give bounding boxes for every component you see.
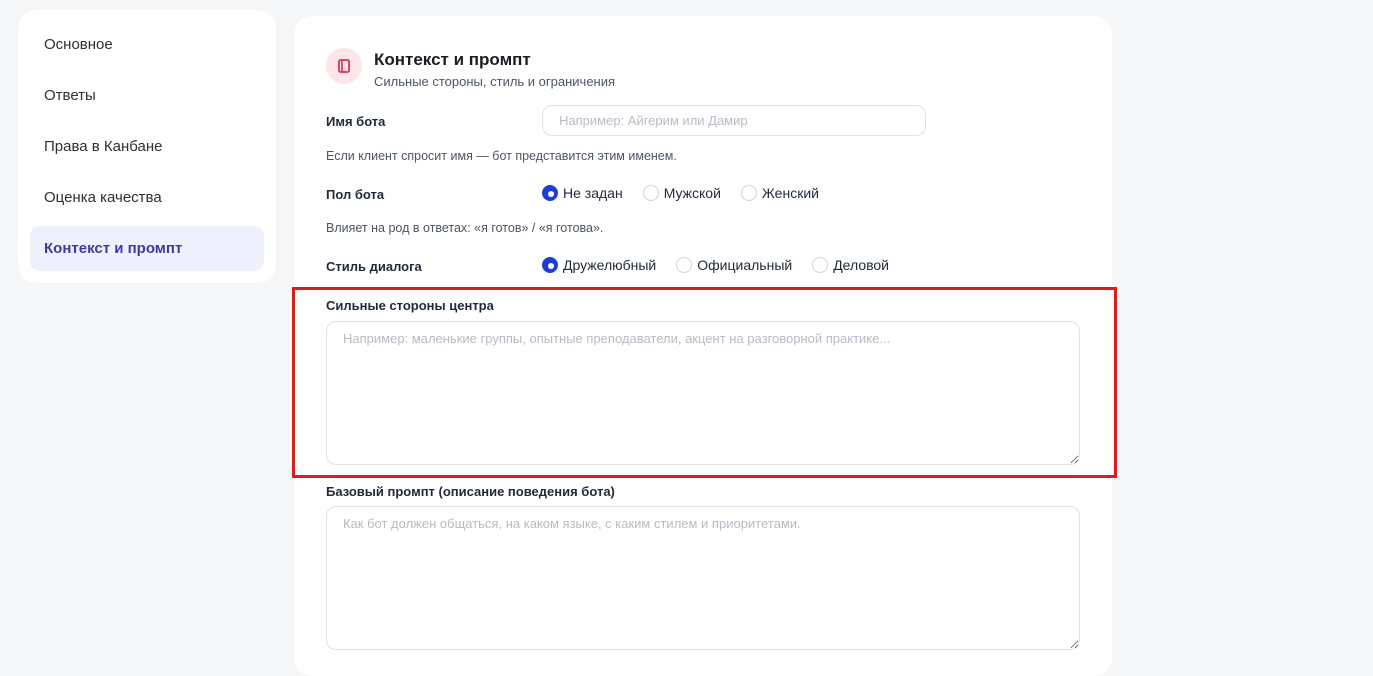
radio-empty-icon (642, 185, 659, 201)
strengths-textarea[interactable] (326, 321, 1080, 465)
bot-name-input[interactable] (542, 105, 926, 136)
gender-option-unset[interactable]: Не задан (542, 185, 623, 201)
sidebar-item-basic[interactable]: Основное (30, 22, 264, 67)
strengths-label: Сильные стороны центра (326, 298, 494, 313)
radio-empty-icon (676, 257, 693, 273)
bot-gender-hint: Влияет на род в ответах: «я готов» / «я … (326, 221, 604, 235)
bot-name-label: Имя бота (326, 114, 386, 129)
radio-label: Официальный (697, 257, 793, 273)
radio-empty-icon (740, 185, 757, 201)
sidebar-item-context-prompt[interactable]: Контекст и промпт (30, 226, 264, 271)
radio-selected-icon (542, 185, 558, 201)
section-subtitle: Сильные стороны, стиль и ограничения (374, 74, 616, 89)
settings-sidebar: Основное Ответы Права в Канбане Оценка к… (18, 10, 276, 283)
radio-empty-icon (812, 257, 829, 273)
bot-gender-radio-group: Не задан Мужской Женский (542, 185, 839, 201)
sidebar-item-kanban-rights[interactable]: Права в Канбане (30, 124, 264, 169)
style-option-friendly[interactable]: Дружелюбный (542, 257, 656, 273)
base-prompt-label: Базовый промпт (описание поведения бота) (326, 484, 615, 499)
dialog-style-label: Стиль диалога (326, 259, 422, 274)
bot-gender-label: Пол бота (326, 187, 385, 202)
radio-label: Деловой (833, 257, 890, 273)
sidebar-item-quality[interactable]: Оценка качества (30, 175, 264, 220)
style-option-business[interactable]: Деловой (812, 257, 889, 273)
style-option-official[interactable]: Официальный (676, 257, 792, 273)
sidebar-item-answers[interactable]: Ответы (30, 73, 264, 118)
context-prompt-panel: Контекст и промпт Сильные стороны, стиль… (294, 16, 1112, 676)
gender-option-male[interactable]: Мужской (642, 185, 721, 201)
dialog-style-radio-group: Дружелюбный Официальный Деловой (542, 257, 909, 273)
gender-option-female[interactable]: Женский (740, 185, 819, 201)
bot-name-hint: Если клиент спросит имя — бот представит… (326, 149, 677, 163)
radio-selected-icon (542, 257, 558, 273)
radio-label: Женский (761, 185, 819, 201)
book-icon (326, 48, 362, 84)
radio-label: Мужской (663, 185, 721, 201)
radio-label: Дружелюбный (563, 257, 657, 273)
section-title: Контекст и промпт (374, 50, 531, 69)
radio-label: Не задан (563, 185, 623, 201)
base-prompt-textarea[interactable] (326, 506, 1080, 650)
